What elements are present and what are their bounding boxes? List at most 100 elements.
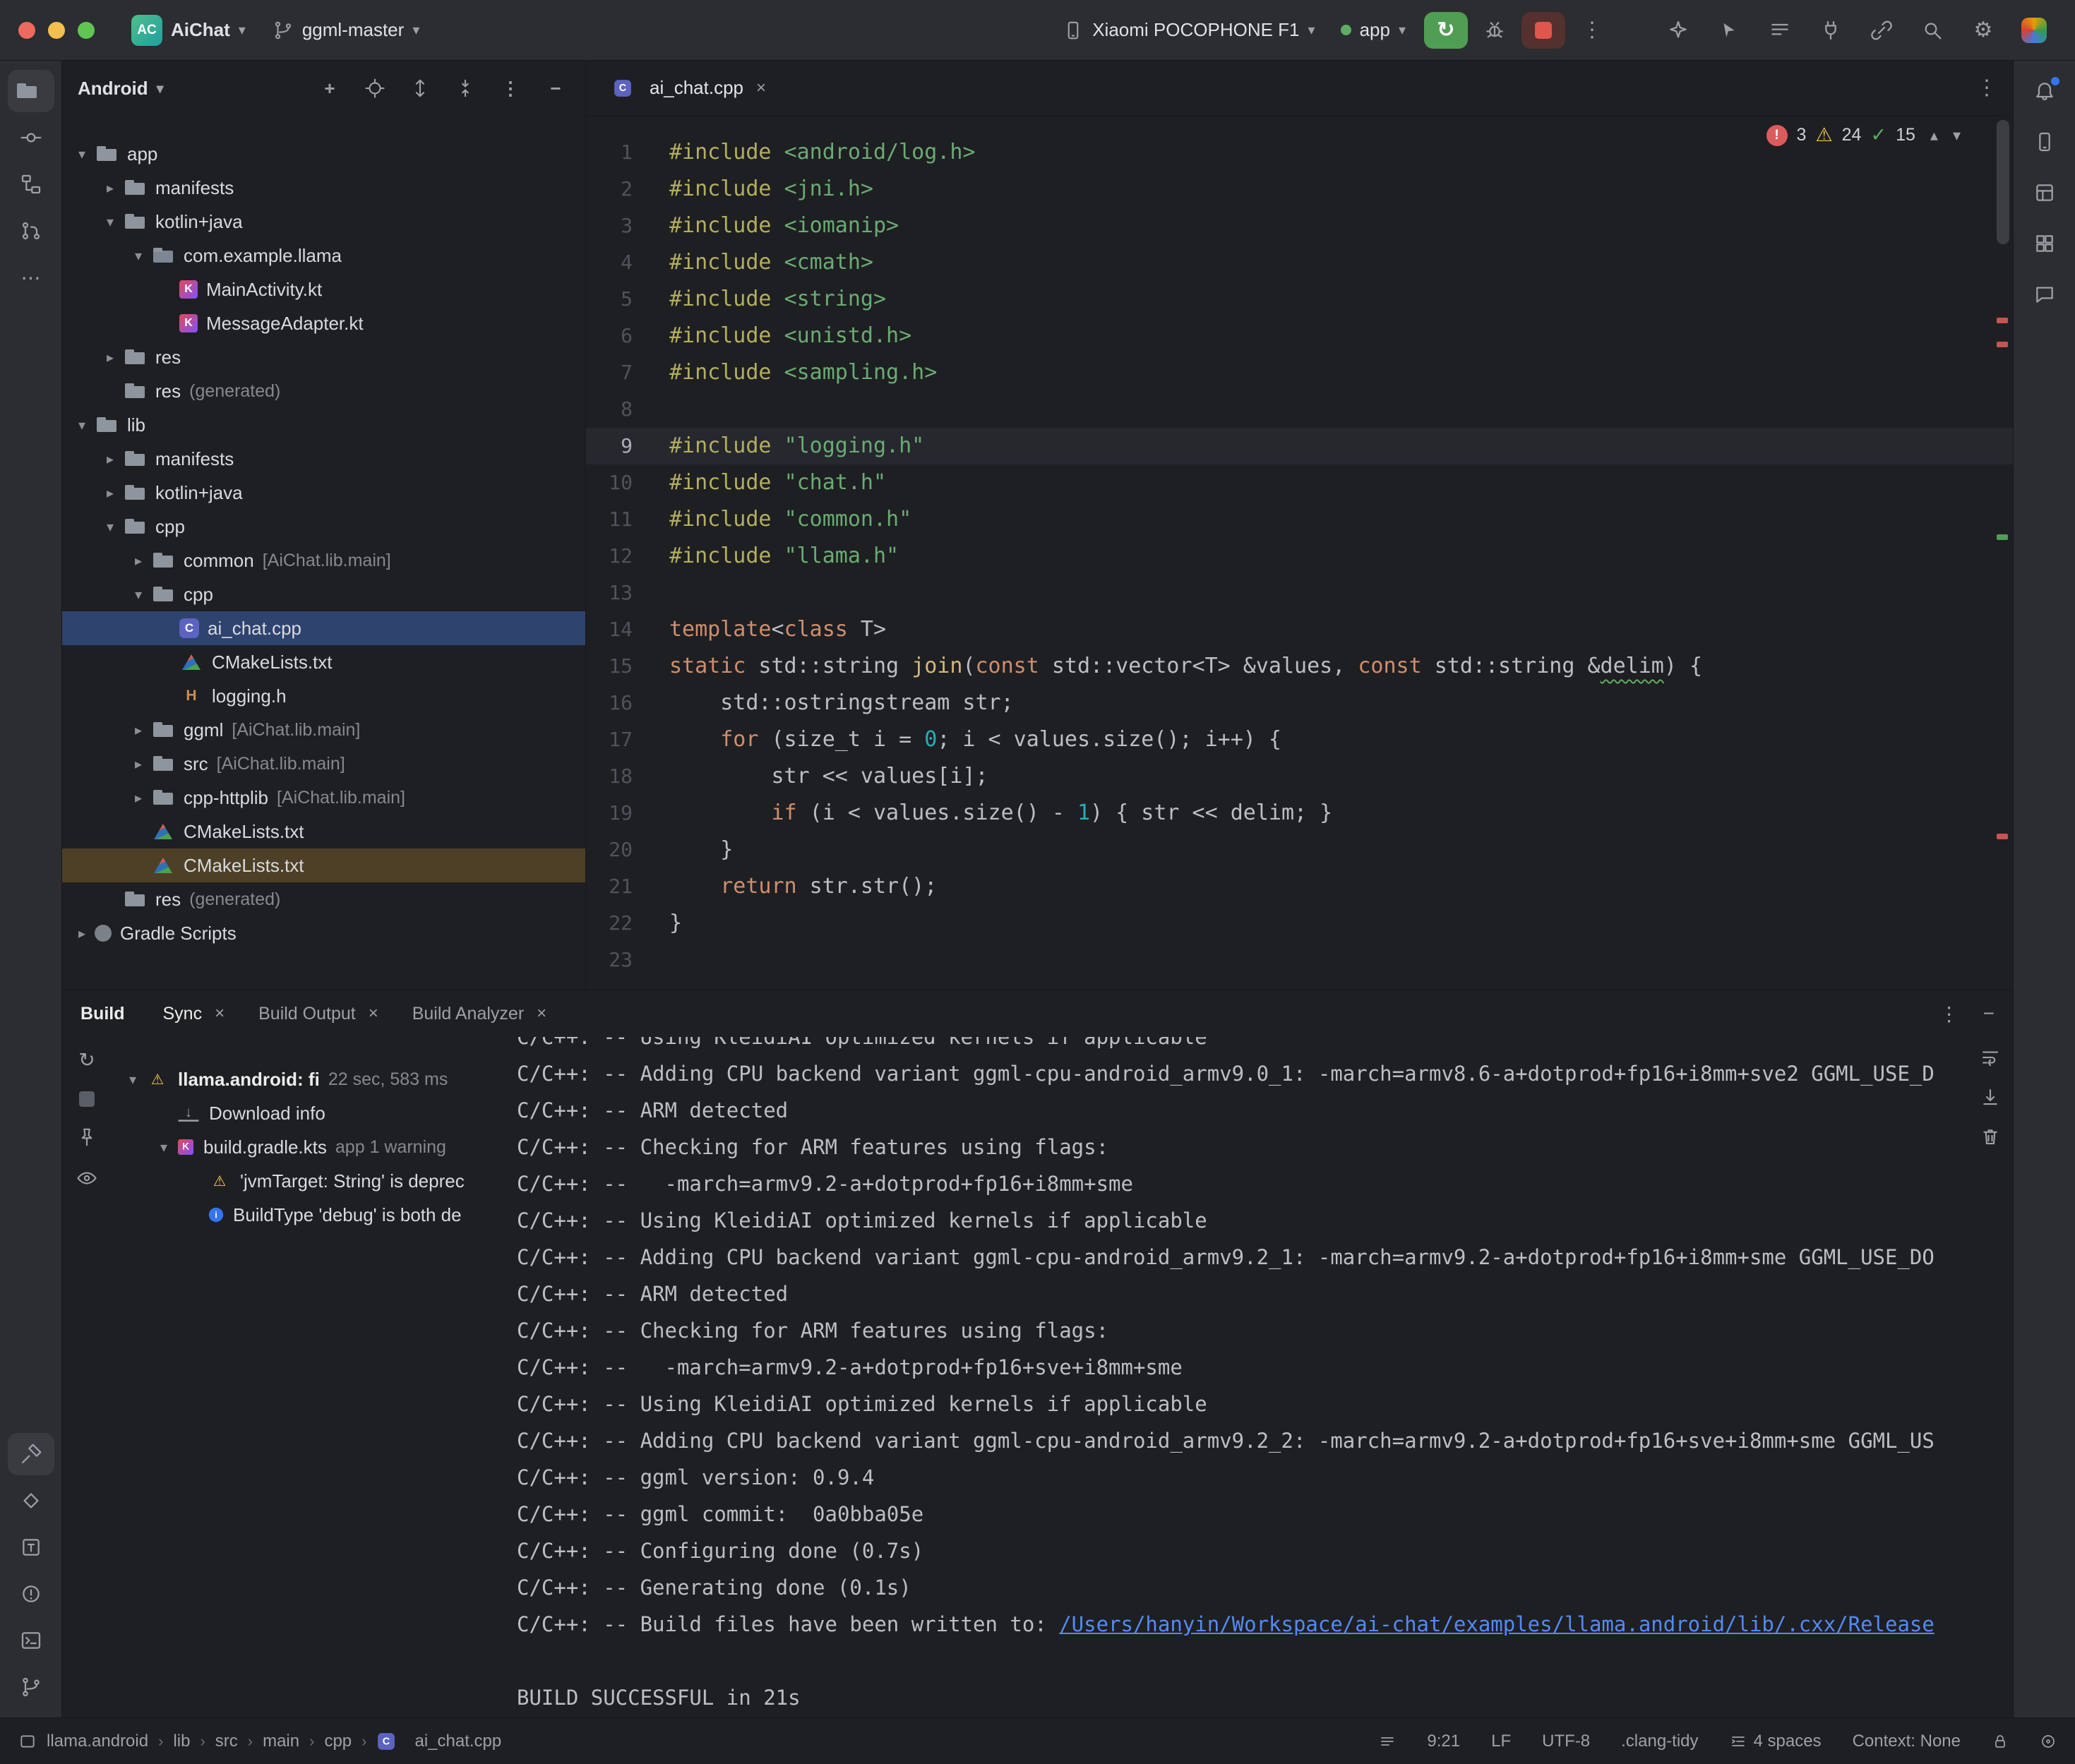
error-mark[interactable]: [1997, 834, 2008, 839]
chevron-right-icon[interactable]: ▸: [126, 789, 151, 807]
pin-button[interactable]: [76, 1127, 97, 1148]
caret-position[interactable]: 9:21: [1427, 1732, 1460, 1751]
breadcrumb-item[interactable]: cpp: [324, 1732, 352, 1751]
code-line[interactable]: 17 for (size_t i = 0; i < values.size();…: [586, 721, 2013, 758]
tree-item[interactable]: Hlogging.h: [62, 679, 585, 713]
indent-toggle[interactable]: 4 spaces: [1730, 1732, 1822, 1751]
device-explorer-button[interactable]: [2021, 121, 2068, 163]
chevron-down-icon[interactable]: ▾: [151, 1139, 177, 1156]
chevron-right-icon[interactable]: ▸: [126, 721, 151, 739]
context-indicator[interactable]: Context: None: [1853, 1732, 1961, 1751]
code-line[interactable]: 7#include <sampling.h>: [586, 354, 2013, 391]
code-line[interactable]: 10#include "chat.h": [586, 464, 2013, 501]
tree-item[interactable]: CMakeLists.txt: [62, 815, 585, 848]
todo-tool-button[interactable]: [8, 1526, 54, 1568]
tree-item[interactable]: ▾kotlin+java: [62, 205, 585, 239]
scrollbar-thumb[interactable]: [1997, 120, 2009, 244]
chevron-down-icon[interactable]: ▾: [126, 586, 151, 604]
soft-wrap-button[interactable]: [1980, 1047, 2001, 1068]
commit-tool-button[interactable]: [8, 116, 54, 159]
studio-bot-button[interactable]: [2016, 13, 2052, 47]
error-mark[interactable]: [1997, 318, 2008, 323]
layout-inspector-button[interactable]: [2021, 172, 2068, 214]
tree-item[interactable]: KMessageAdapter.kt: [62, 306, 585, 340]
tree-item[interactable]: ▸cpp-httplib[AiChat.lib.main]: [62, 781, 585, 815]
code-line[interactable]: 22}: [586, 905, 2013, 942]
logcat-button[interactable]: [1762, 13, 1798, 47]
code-line[interactable]: 14template<class T>: [586, 611, 2013, 648]
more-actions-button[interactable]: ⋮: [1574, 13, 1610, 47]
chevron-down-icon[interactable]: ▾: [97, 518, 123, 536]
filter-button[interactable]: [76, 1168, 97, 1189]
code-line[interactable]: 19 if (i < values.size() - 1) { str << d…: [586, 795, 2013, 832]
build-tree-item[interactable]: ↓Download info: [112, 1096, 507, 1130]
clang-tidy-status[interactable]: .clang-tidy: [1621, 1732, 1698, 1751]
project-tool-button[interactable]: [8, 70, 54, 112]
resource-manager-button[interactable]: [2021, 222, 2068, 265]
build-output-path-link[interactable]: /Users/hanyin/Workspace/ai-chat/examples…: [1059, 1612, 1935, 1636]
close-tab-icon[interactable]: ×: [537, 1004, 546, 1024]
tree-item[interactable]: ▾lib: [62, 408, 585, 442]
profiler-button[interactable]: [1812, 13, 1849, 47]
stop-button[interactable]: [1521, 12, 1565, 49]
chevron-right-icon[interactable]: ▸: [97, 450, 123, 468]
chevron-right-icon[interactable]: ▸: [97, 484, 123, 502]
chevron-right-icon[interactable]: ▸: [97, 179, 123, 197]
code-line[interactable]: 6#include <unistd.h>: [586, 318, 2013, 354]
file-encoding[interactable]: UTF-8: [1542, 1732, 1590, 1751]
tab-sync[interactable]: Sync ×: [146, 990, 242, 1037]
build-tree-item[interactable]: iBuildType 'debug' is both de: [112, 1198, 507, 1232]
build-variants-tool-button[interactable]: [8, 1480, 54, 1522]
tree-item[interactable]: ▾cpp: [62, 510, 585, 544]
prev-issue-button[interactable]: ▴: [1930, 126, 1938, 145]
code-line[interactable]: 4#include <cmath>: [586, 244, 2013, 281]
breadcrumb-item[interactable]: src: [215, 1732, 238, 1751]
tree-item[interactable]: ▾app: [62, 137, 585, 171]
code-line[interactable]: 3#include <iomanip>: [586, 208, 2013, 244]
code-line[interactable]: 11#include "common.h": [586, 501, 2013, 538]
code-line[interactable]: 20 }: [586, 832, 2013, 868]
tree-item[interactable]: CMakeLists.txt: [62, 848, 585, 882]
close-window-button[interactable]: [18, 22, 35, 39]
build-tree-item[interactable]: ▾⚠llama.android: fi22 sec, 583 ms: [112, 1062, 507, 1096]
device-mirroring-button[interactable]: [1863, 13, 1900, 47]
settings-button[interactable]: ⚙: [1965, 13, 2002, 47]
tab-build-output[interactable]: Build Output ×: [241, 990, 395, 1037]
minimize-window-button[interactable]: [48, 22, 65, 39]
project-selector[interactable]: AC AiChat ▾: [121, 9, 256, 52]
tree-item[interactable]: res(generated): [62, 882, 585, 916]
code-line[interactable]: 13: [586, 575, 2013, 611]
breadcrumb-item[interactable]: ai_chat.cpp: [414, 1732, 501, 1751]
code-line[interactable]: 8: [586, 391, 2013, 428]
tree-item[interactable]: ▸common[AiChat.lib.main]: [62, 544, 585, 577]
editor-tab[interactable]: C ai_chat.cpp ×: [594, 61, 784, 115]
build-tree-item[interactable]: ▾Kbuild.gradle.ktsapp 1 warning: [112, 1130, 507, 1164]
next-issue-button[interactable]: ▾: [1953, 126, 1961, 145]
build-options-button[interactable]: ⋮: [1939, 1002, 1959, 1026]
run-config-selector[interactable]: app ▾: [1331, 13, 1416, 47]
tree-item[interactable]: ▸manifests: [62, 442, 585, 476]
assistant-button[interactable]: [2021, 273, 2068, 316]
build-tree-item[interactable]: ⚠'jvmTarget: String' is deprec: [112, 1164, 507, 1198]
code-line[interactable]: 5#include <string>: [586, 281, 2013, 318]
tree-item[interactable]: KMainActivity.kt: [62, 272, 585, 306]
terminal-tool-button[interactable]: [8, 1619, 54, 1662]
notifications-button[interactable]: [2021, 70, 2068, 112]
project-view-title[interactable]: Android: [78, 78, 148, 100]
branch-selector[interactable]: ggml-master ▾: [263, 13, 430, 47]
inspect-button[interactable]: [1711, 13, 1747, 47]
tree-item[interactable]: ▸ggml[AiChat.lib.main]: [62, 713, 585, 747]
chevron-right-icon[interactable]: ▸: [126, 755, 151, 773]
chevron-down-icon[interactable]: ▾: [157, 80, 164, 97]
chevron-right-icon[interactable]: ▸: [126, 552, 151, 570]
chevron-right-icon[interactable]: ▸: [97, 349, 123, 366]
chevron-down-icon[interactable]: ▾: [69, 416, 95, 434]
build-panel-title[interactable]: Build: [80, 1004, 125, 1024]
code-line[interactable]: 12#include "llama.h": [586, 538, 2013, 575]
code-line[interactable]: 16 std::ostringstream str;: [586, 685, 2013, 721]
error-mark[interactable]: [1997, 342, 2008, 347]
ok-mark[interactable]: [1997, 534, 2008, 540]
chevron-down-icon[interactable]: ▾: [120, 1071, 145, 1088]
breadcrumb-item[interactable]: llama.android: [47, 1732, 148, 1751]
tree-item[interactable]: res(generated): [62, 374, 585, 408]
